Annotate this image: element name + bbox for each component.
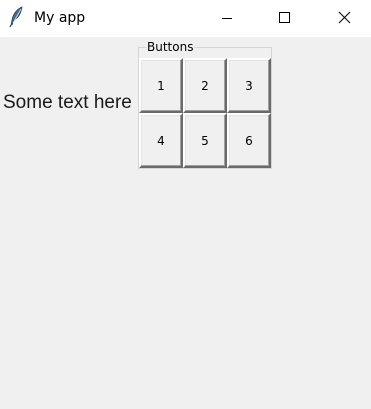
close-icon <box>338 11 351 24</box>
client-area: Some text here Buttons 1 2 3 4 5 6 <box>0 37 371 409</box>
app-window: My app Some text here Buttons 1 2 3 4 5 … <box>0 0 371 409</box>
button-1[interactable]: 1 <box>139 58 183 113</box>
maximize-icon <box>279 12 290 23</box>
text-label: Some text here <box>3 92 132 113</box>
button-grid: 1 2 3 4 5 6 <box>139 58 271 168</box>
feather-icon <box>9 6 25 28</box>
title-bar[interactable]: My app <box>0 0 371 37</box>
minimize-icon <box>222 18 232 19</box>
button-2[interactable]: 2 <box>183 58 227 113</box>
close-button[interactable] <box>321 0 367 37</box>
button-4[interactable]: 4 <box>139 113 183 168</box>
labelframe-caption: Buttons <box>146 40 195 54</box>
minimize-button[interactable] <box>204 0 250 37</box>
button-6[interactable]: 6 <box>227 113 271 168</box>
button-3[interactable]: 3 <box>227 58 271 113</box>
maximize-button[interactable] <box>261 0 307 37</box>
button-5[interactable]: 5 <box>183 113 227 168</box>
window-title: My app <box>34 10 86 26</box>
